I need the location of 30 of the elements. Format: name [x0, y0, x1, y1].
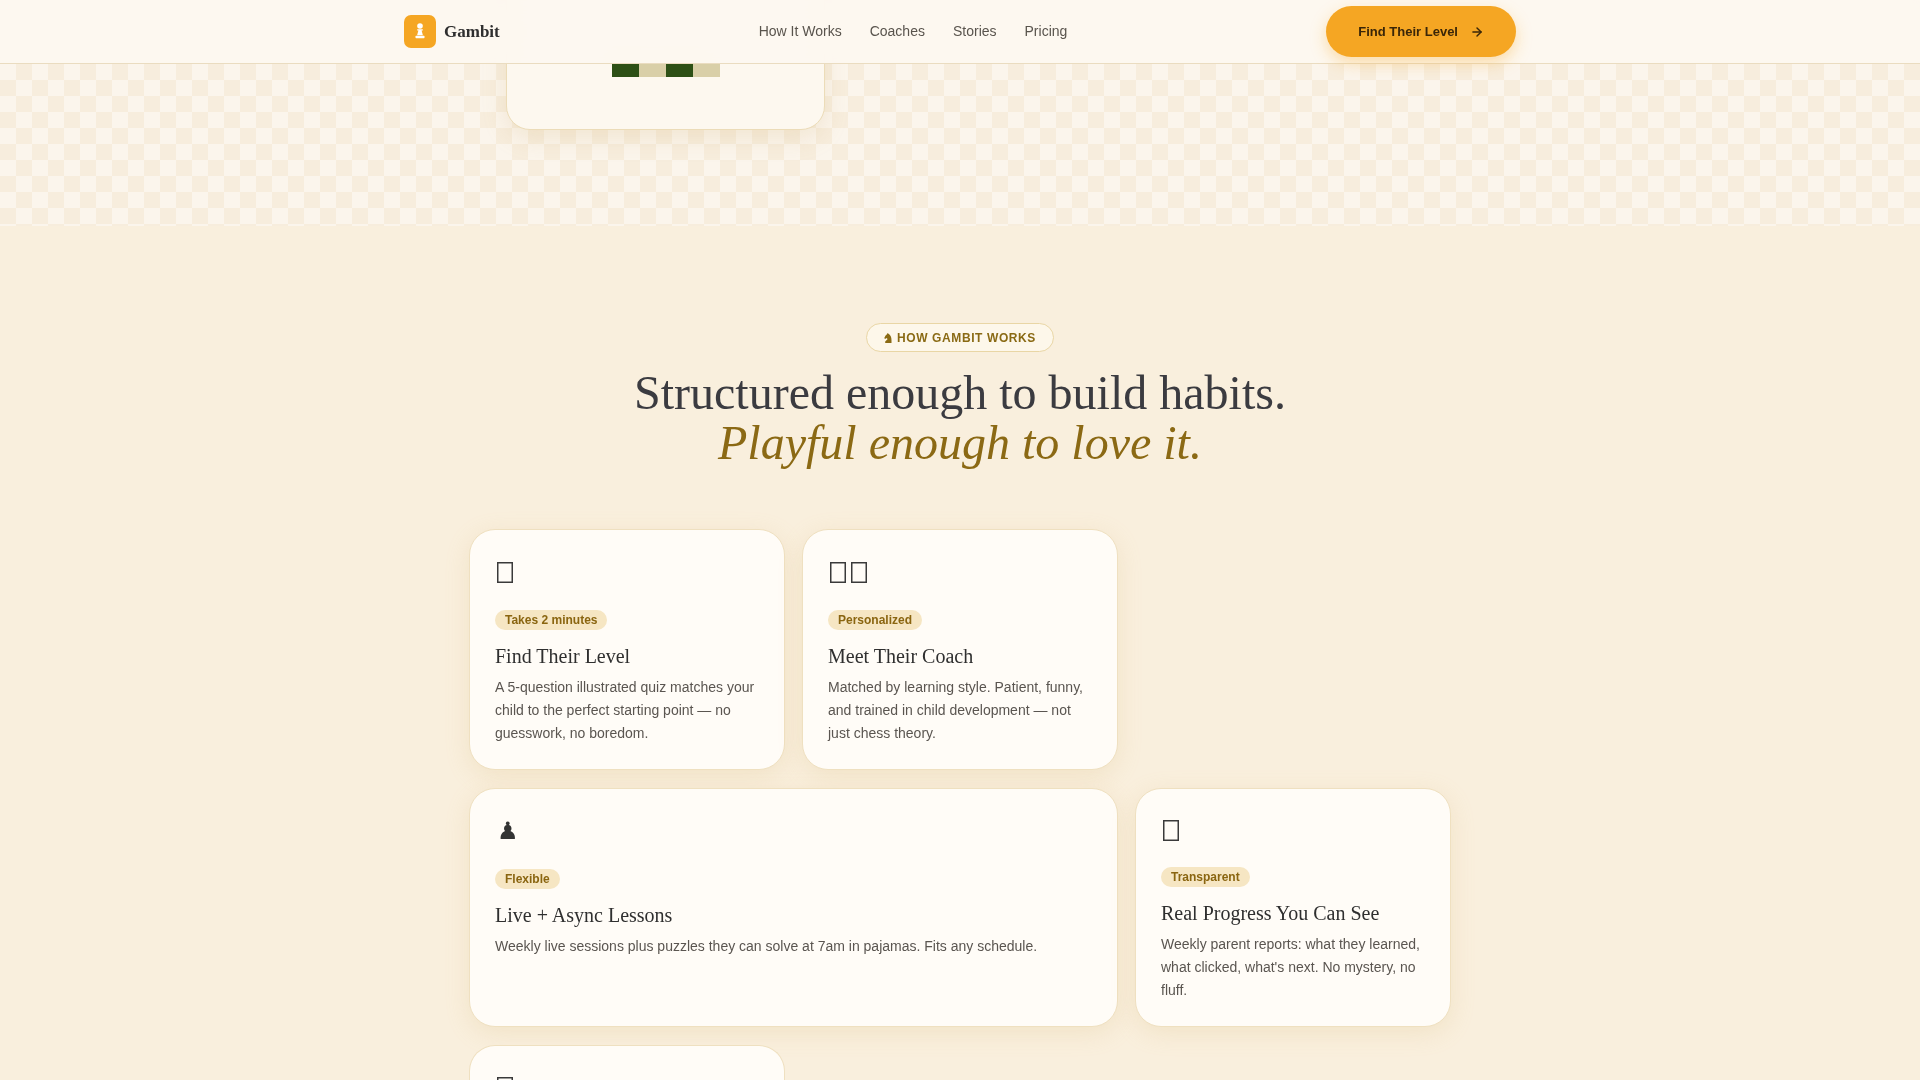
arrow-right-icon: [1470, 24, 1484, 39]
empty-box-icon: [497, 561, 513, 583]
empty-box-icon: [830, 561, 846, 583]
card-title: Meet Their Coach: [828, 644, 974, 668]
card-description: A 5-question illustrated quiz matches your child to the perfect starting point — no guesswork, no boredom.: [495, 678, 756, 743]
card-title: Find Their Level: [495, 644, 631, 668]
section-eyebrow: HOW GAMBIT WORKS: [897, 330, 1036, 345]
section-heading-accent: Playful enough to love it.: [718, 418, 1202, 468]
card-tag: Transparent: [1161, 867, 1250, 887]
nav-link[interactable]: How It Works: [758, 21, 842, 42]
card-tag: Flexible: [495, 869, 560, 889]
card-title: Live + Async Lessons: [495, 903, 673, 927]
pawn-logo-icon: [404, 15, 436, 48]
cta-button[interactable]: Find Their Level: [1326, 6, 1516, 57]
empty-box-icon: [851, 561, 867, 583]
nav-link[interactable]: Stories: [952, 21, 997, 42]
card-description: Weekly parent reports: what they learned, what clicked, what's next. No mystery, no fluff.: [1161, 935, 1421, 1000]
brand-name: Gambit: [444, 20, 500, 43]
card-tag: Personalized: [828, 610, 923, 630]
card-description: Matched by learning style. Patient, funny, and trained in child development — not just chess theory.: [828, 678, 1084, 743]
section-heading: Structured enough to build habits.: [634, 368, 1286, 418]
nav-link[interactable]: Coaches: [869, 21, 925, 42]
empty-box-icon: [497, 1077, 513, 1080]
card-title: Real Progress You Can See: [1161, 901, 1380, 925]
knight-icon: [884, 332, 893, 343]
pawn-symbol: ♟: [497, 817, 519, 845]
empty-box-icon: [1163, 819, 1179, 841]
card-description: Weekly live sessions plus puzzles they can solve at 7am in pajamas. Fits any schedule.: [495, 937, 1039, 956]
nav-link[interactable]: Pricing: [1024, 21, 1068, 42]
card-tag: Takes 2 minutes: [495, 610, 608, 630]
